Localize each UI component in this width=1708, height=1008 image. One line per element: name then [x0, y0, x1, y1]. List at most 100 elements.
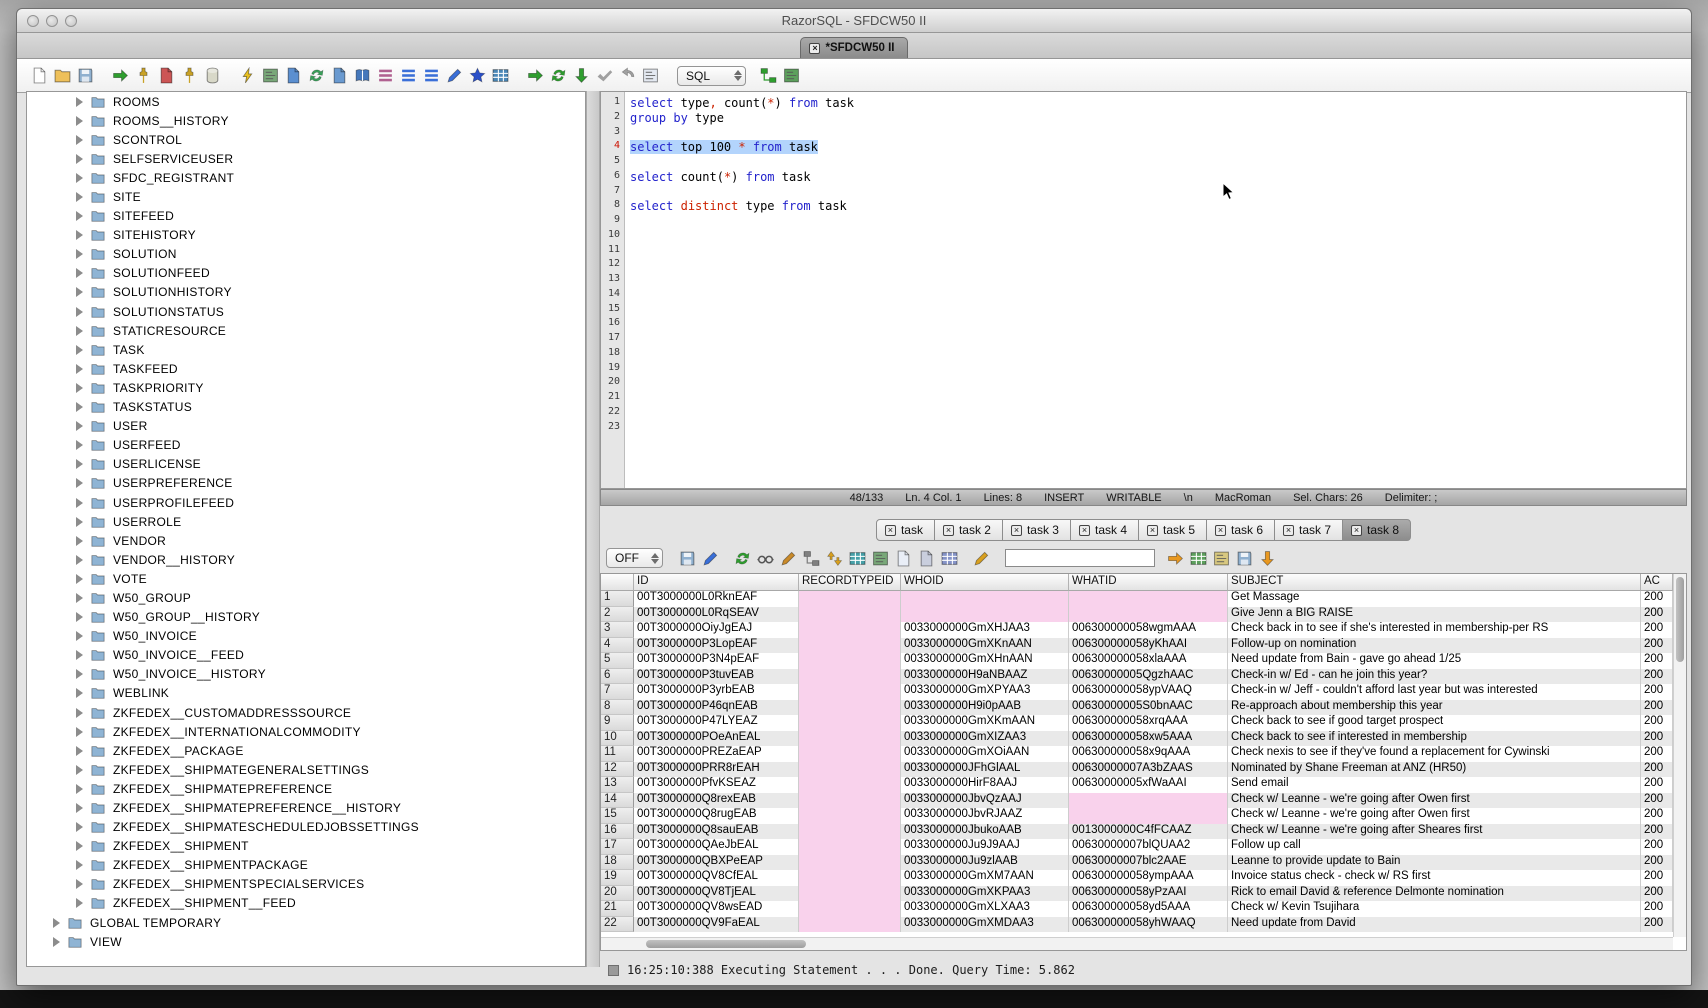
filter-icon[interactable] — [702, 550, 719, 567]
tree-item[interactable]: SOLUTIONHISTORY — [27, 283, 585, 302]
save-icon[interactable] — [77, 67, 94, 84]
disclosure-triangle-icon[interactable] — [76, 822, 83, 832]
table-row[interactable]: 1800T3000000QBXPeEAP0033000000Ju9zlAAB00… — [601, 855, 1673, 871]
table-row[interactable]: 700T3000000P3yrbEAB0033000000GmXPYAA3006… — [601, 684, 1673, 700]
sql-code-area[interactable]: select type, count(*) from taskgroup by … — [625, 92, 1686, 488]
column-list-icon[interactable] — [377, 67, 394, 84]
disclosure-triangle-icon[interactable] — [76, 459, 83, 469]
tree-item[interactable]: VENDOR — [27, 531, 585, 550]
disclosure-triangle-icon[interactable] — [76, 116, 83, 126]
table-row[interactable]: 800T3000000P46qnEAB0033000000H9i0pAAB006… — [601, 700, 1673, 716]
tree-item[interactable]: VENDOR__HISTORY — [27, 550, 585, 569]
table-row[interactable]: 2000T3000000QV8TjEAL0033000000GmXKPAA300… — [601, 886, 1673, 902]
tree-item[interactable]: SOLUTION — [27, 245, 585, 264]
tab-close-icon[interactable]: × — [1351, 525, 1362, 536]
disclosure-triangle-icon[interactable] — [76, 612, 83, 622]
disclosure-triangle-icon[interactable] — [76, 192, 83, 202]
disclosure-triangle-icon[interactable] — [76, 364, 83, 374]
open-file-icon[interactable] — [54, 67, 71, 84]
disclosure-triangle-icon[interactable] — [76, 898, 83, 908]
disclosure-triangle-icon[interactable] — [76, 249, 83, 259]
edit-results-icon[interactable] — [780, 550, 797, 567]
tab-close-icon[interactable]: × — [809, 43, 820, 54]
disclosure-triangle-icon[interactable] — [76, 97, 83, 107]
connect-icon[interactable] — [112, 67, 129, 84]
table-export-icon[interactable] — [492, 67, 509, 84]
execute-lightning-icon[interactable] — [239, 67, 256, 84]
horizontal-scrollbar-thumb[interactable] — [646, 940, 806, 948]
copy-results-icon[interactable] — [918, 550, 935, 567]
tree-item[interactable]: SOLUTIONFEED — [27, 264, 585, 283]
table-row[interactable]: 100T3000000L0RknEAFGet Massage200 — [601, 591, 1673, 607]
next-result-icon[interactable] — [1167, 550, 1184, 567]
refresh-results-icon[interactable] — [734, 550, 751, 567]
tree-item[interactable]: W50_GROUP__HISTORY — [27, 608, 585, 627]
tree-item[interactable]: ZKFEDEX__SHIPMENTPACKAGE — [27, 856, 585, 875]
tree-item[interactable]: SITEFEED — [27, 207, 585, 226]
table-row[interactable]: 1900T3000000QV8CfEAL0033000000GmXM7AAN00… — [601, 870, 1673, 886]
table-row[interactable]: 500T3000000P3N4pEAF0033000000GmXHnAAN006… — [601, 653, 1673, 669]
tree-item[interactable]: SITEHISTORY — [27, 226, 585, 245]
result-tab[interactable]: ×task 5 — [1138, 519, 1207, 541]
disconnect-icon[interactable] — [135, 67, 152, 84]
disclosure-triangle-icon[interactable] — [76, 727, 83, 737]
tree-item[interactable]: VOTE — [27, 569, 585, 588]
disclosure-triangle-icon[interactable] — [76, 860, 83, 870]
tree-item[interactable]: ROOMS__HISTORY — [27, 111, 585, 130]
describe-page-icon[interactable] — [331, 67, 348, 84]
tree-item[interactable]: ZKFEDEX__PACKAGE — [27, 741, 585, 760]
row-limit-select[interactable]: OFF — [606, 548, 663, 568]
tree-item[interactable]: SELFSERVICEUSER — [27, 149, 585, 168]
disclosure-triangle-icon[interactable] — [76, 307, 83, 317]
tab-close-icon[interactable]: × — [1283, 525, 1294, 536]
tree-item[interactable]: TASKPRIORITY — [27, 378, 585, 397]
undo-icon[interactable] — [619, 67, 636, 84]
disclosure-triangle-icon[interactable] — [53, 918, 60, 928]
disclosure-triangle-icon[interactable] — [53, 937, 60, 947]
disclosure-triangle-icon[interactable] — [76, 669, 83, 679]
table-row[interactable]: 900T3000000P47LYEAZ0033000000GmXKmAAN006… — [601, 715, 1673, 731]
form-results-icon[interactable] — [872, 550, 889, 567]
execute-sql-icon[interactable] — [527, 67, 544, 84]
table-row[interactable]: 2100T3000000QV8wsEAD0033000000GmXLXAA300… — [601, 901, 1673, 917]
tree-item[interactable]: USERPREFERENCE — [27, 474, 585, 493]
disclosure-triangle-icon[interactable] — [76, 879, 83, 889]
tree-item[interactable]: GLOBAL TEMPORARY — [27, 913, 585, 932]
column-header[interactable]: RECORDTYPEID — [799, 574, 901, 591]
tree-item[interactable]: VIEW — [27, 932, 585, 951]
result-tab[interactable]: ×task 6 — [1206, 519, 1275, 541]
result-tab[interactable]: ×task 3 — [1002, 519, 1071, 541]
vertical-scrollbar-thumb[interactable] — [1676, 577, 1684, 662]
align-lines-icon[interactable] — [423, 67, 440, 84]
tree-item[interactable]: STATICRESOURCE — [27, 321, 585, 340]
tree-item[interactable]: USERROLE — [27, 512, 585, 531]
tab-close-icon[interactable]: × — [1079, 525, 1090, 536]
disclosure-triangle-icon[interactable] — [76, 440, 83, 450]
relationships-icon[interactable] — [803, 550, 820, 567]
disclosure-triangle-icon[interactable] — [76, 631, 83, 641]
disclosure-triangle-icon[interactable] — [76, 803, 83, 813]
disclosure-triangle-icon[interactable] — [76, 268, 83, 278]
execute-all-icon[interactable] — [550, 67, 567, 84]
tab-close-icon[interactable]: × — [1215, 525, 1226, 536]
tree-item[interactable]: TASK — [27, 340, 585, 359]
disclosure-triangle-icon[interactable] — [76, 517, 83, 527]
disclosure-triangle-icon[interactable] — [76, 211, 83, 221]
favorites-star-icon[interactable] — [469, 67, 486, 84]
tree-item[interactable]: SITE — [27, 187, 585, 206]
database-icon[interactable] — [204, 67, 221, 84]
disclosure-triangle-icon[interactable] — [76, 154, 83, 164]
disclosure-triangle-icon[interactable] — [76, 326, 83, 336]
new-document-icon[interactable] — [31, 67, 48, 84]
disclosure-triangle-icon[interactable] — [76, 287, 83, 297]
horizontal-scrollbar[interactable] — [601, 937, 1673, 950]
disclosure-triangle-icon[interactable] — [76, 383, 83, 393]
table-row[interactable]: 600T3000000P3tuvEAB0033000000H9aNBAAZ006… — [601, 669, 1673, 685]
table-row[interactable]: 1400T3000000Q8rexEAB0033000000JbvQzAAJCh… — [601, 793, 1673, 809]
format-sql-icon[interactable] — [446, 67, 463, 84]
tree-item[interactable]: ZKFEDEX__INTERNATIONALCOMMODITY — [27, 722, 585, 741]
table-row[interactable]: 300T3000000OiyJgEAJ0033000000GmXHJAA3006… — [601, 622, 1673, 638]
tree-item[interactable]: ZKFEDEX__SHIPMATEPREFERENCE — [27, 779, 585, 798]
disclosure-triangle-icon[interactable] — [76, 708, 83, 718]
disclosure-triangle-icon[interactable] — [76, 555, 83, 565]
